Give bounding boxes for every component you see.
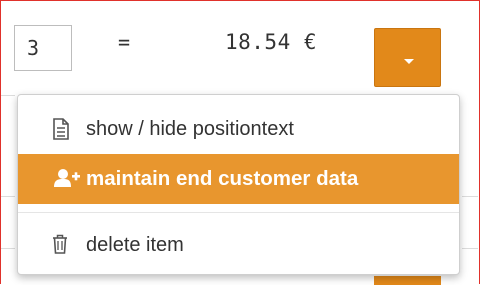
menu-divider <box>18 212 459 213</box>
menu-item-delete-item[interactable]: delete item <box>18 220 459 270</box>
menu-item-label: delete item <box>86 233 184 256</box>
document-icon <box>52 118 72 140</box>
quantity-field[interactable]: 3 <box>14 25 72 71</box>
row-divider <box>462 248 478 249</box>
menu-item-label: show / hide positiontext <box>86 117 294 140</box>
row-divider <box>462 196 478 197</box>
row-divider <box>1 95 15 96</box>
row-divider <box>1 248 15 249</box>
item-actions-menu: show / hide positiontext maintain end cu… <box>17 94 460 275</box>
item-total-price: 18.54 € <box>225 30 318 54</box>
chevron-down-icon <box>404 59 414 64</box>
item-actions-dropdown-button[interactable] <box>374 28 441 87</box>
equals-sign: = <box>118 30 131 54</box>
menu-item-label: maintain end customer data <box>86 167 359 190</box>
add-user-icon <box>54 168 80 190</box>
row-divider <box>1 196 15 197</box>
menu-item-toggle-positiontext[interactable]: show / hide positiontext <box>18 104 459 154</box>
next-row-dropdown-button[interactable] <box>374 276 441 285</box>
menu-item-maintain-end-customer[interactable]: maintain end customer data <box>18 154 459 204</box>
trash-icon <box>52 234 72 256</box>
